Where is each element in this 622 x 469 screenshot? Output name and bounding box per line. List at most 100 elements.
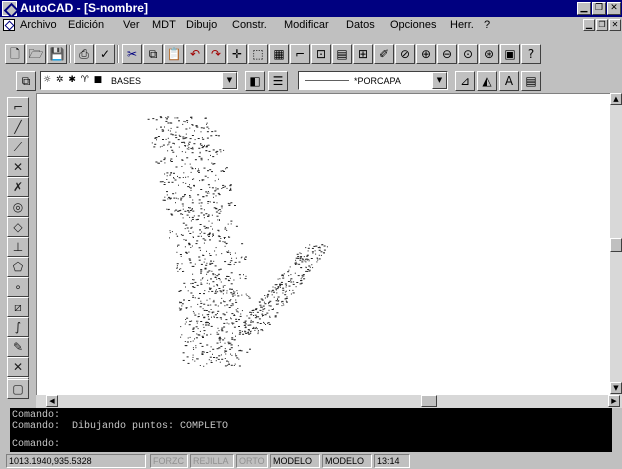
doc-close-button[interactable]: ✕ [609,19,621,31]
document-icon[interactable] [3,19,15,31]
sketch-icon[interactable]: ✎ [7,337,29,357]
hatch-icon[interactable]: ⧄ [7,297,29,317]
model-space-toggle[interactable]: MODELO [322,454,372,468]
survey-point [192,279,194,281]
command-window[interactable]: Comando: Comando: Dibujando puntos: COMP… [10,408,612,452]
vertical-scroll-thumb[interactable] [610,238,622,252]
paste-button[interactable]: 📋 [164,44,184,64]
autocad-logo-icon[interactable] [2,1,17,16]
redraw-button[interactable]: ⊞ [353,44,373,64]
survey-point [199,224,202,225]
survey-point [285,284,287,286]
copy-button[interactable]: ⧉ [143,44,163,64]
menu-dibujo[interactable]: Dibujo [186,18,217,32]
zoom-realtime-button[interactable]: ⊘ [395,44,415,64]
arc-icon[interactable]: ⊥ [7,237,29,257]
construction-line-icon[interactable]: ⟋ [7,137,29,157]
insert-block-icon[interactable]: ▢ [7,379,29,399]
print-button[interactable]: ⎙ [74,44,94,64]
xline-icon[interactable]: ✗ [7,177,29,197]
linetype-dropdown[interactable]: *PORCAPA ▼ [298,71,448,90]
menu-opciones[interactable]: Opciones [390,18,436,32]
menu-datos[interactable]: Datos [346,18,375,32]
list-button[interactable]: ▤ [521,71,541,91]
aerial-view-button[interactable]: ▣ [500,44,520,64]
pan-button[interactable]: ✐ [374,44,394,64]
layer-dropdown[interactable]: ☼ ✲ ✱ ♈ ■ BASES ▼ [40,71,238,90]
cross-icon[interactable]: ✕ [7,157,29,177]
linetype-button[interactable]: ☰ [268,71,288,91]
menu-mdt[interactable]: MDT [152,18,176,32]
undo-button[interactable]: ↶ [185,44,205,64]
polyline-icon[interactable]: ⌐ [7,97,29,117]
horizontal-scroll-thumb[interactable] [421,395,437,407]
zoom-window-button[interactable]: ⬚ [248,44,268,64]
minimize-button[interactable]: ▁ [577,2,591,15]
color-control-button[interactable]: ◧ [245,71,265,91]
zoom-out-button[interactable]: ⊖ [437,44,457,64]
grid-button[interactable]: ▦ [269,44,289,64]
scroll-up-icon[interactable]: ▲ [610,93,622,105]
new-drawing-button[interactable]: 🗋 [5,44,25,64]
maximize-button[interactable]: ❐ [592,2,606,15]
cut-button[interactable]: ✂ [122,44,142,64]
model-toggle[interactable]: MODELO [270,454,320,468]
circle-icon[interactable]: ◎ [7,197,29,217]
menu-herr[interactable]: Herr. [450,18,474,32]
doc-minimize-button[interactable]: ▁ [583,19,595,31]
command-prompt[interactable]: Comando: [12,439,60,450]
ucs-button[interactable]: ⌐ [290,44,310,64]
grid-toggle[interactable]: REJILLA [190,454,234,468]
menu-edicion[interactable]: Edición [68,18,104,32]
survey-point [233,315,236,316]
menu-archivo[interactable]: Archivo [20,18,57,32]
drawing-area[interactable] [36,93,610,395]
snap-button[interactable]: ✛ [227,44,247,64]
survey-point [213,315,215,317]
layer-control-button[interactable]: ⧉ [16,71,36,91]
point-icon[interactable]: ∘ [7,277,29,297]
survey-point [323,249,326,251]
survey-point [252,327,255,329]
scroll-left-icon[interactable]: ◀ [46,395,58,407]
polygon-icon[interactable]: ◇ [7,217,29,237]
menu-ayuda[interactable]: ? [484,18,490,32]
doc-restore-button[interactable]: ❐ [596,19,608,31]
snap-toggle[interactable]: FORZC [150,454,188,468]
open-button[interactable]: 🗁 [26,44,46,64]
horizontal-scrollbar[interactable]: ◀ ▶ [36,395,622,408]
menu-modificar[interactable]: Modificar [284,18,329,32]
ellipse-icon[interactable]: ⬠ [7,257,29,277]
help-button[interactable]: ? [521,44,541,64]
select-button[interactable]: ⊡ [311,44,331,64]
close-button[interactable]: ✕ [607,2,621,15]
survey-point [171,149,174,151]
survey-point [209,262,211,264]
inquiry-button[interactable]: ▤ [332,44,352,64]
match-properties-button[interactable]: ◭ [477,71,497,91]
zoom-in-button[interactable]: ⊕ [416,44,436,64]
save-button[interactable]: 💾 [47,44,67,64]
menu-constr[interactable]: Constr. [232,18,267,32]
spelling-button[interactable]: ✓ [95,44,115,64]
line-icon[interactable]: ╱ [7,117,29,137]
scroll-down-icon[interactable]: ▼ [610,382,622,394]
survey-point [175,131,177,133]
vertical-scrollbar[interactable]: ▲ ▼ [610,93,622,395]
properties-button[interactable]: ⊿ [455,71,475,91]
text-style-button[interactable]: A [499,71,519,91]
spline-icon[interactable]: ∫ [7,317,29,337]
zoom-previous-button[interactable]: ⊛ [479,44,499,64]
redo-button[interactable]: ↷ [206,44,226,64]
ortho-toggle[interactable]: ORTO [236,454,268,468]
chevron-down-icon[interactable]: ▼ [222,72,237,89]
survey-point [227,364,229,366]
zoom-all-button[interactable]: ⊙ [458,44,478,64]
erase-icon[interactable]: ✕ [7,357,29,377]
command-scrollbar[interactable] [612,408,622,452]
scroll-right-icon[interactable]: ▶ [608,395,620,407]
survey-point [182,359,185,361]
survey-point [183,299,185,301]
chevron-down-icon[interactable]: ▼ [432,72,447,89]
menu-ver[interactable]: Ver [123,18,140,32]
